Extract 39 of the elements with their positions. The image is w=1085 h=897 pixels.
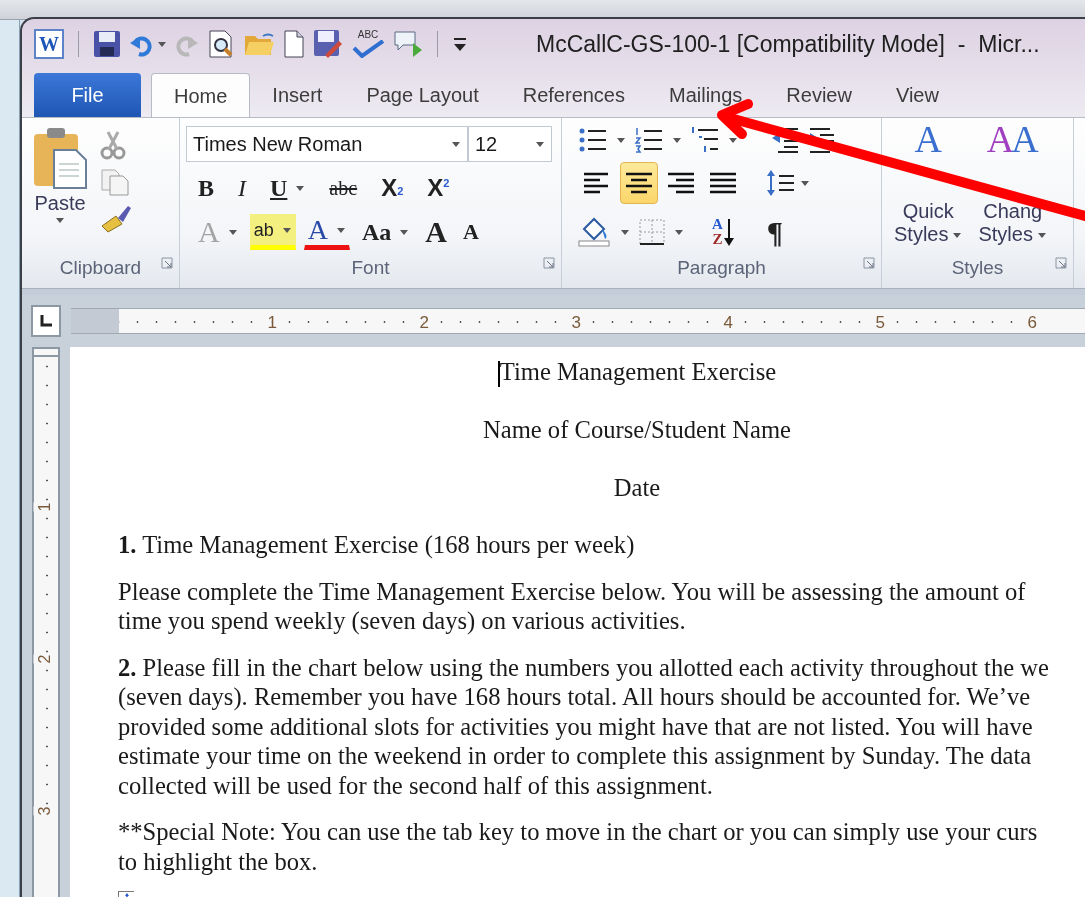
file-tab[interactable]: File bbox=[34, 73, 141, 117]
document-heading: Time Management Exercise bbox=[118, 357, 1085, 388]
ribbon-tab[interactable]: Mailings bbox=[647, 73, 765, 117]
spelling-button[interactable]: ABC bbox=[351, 30, 385, 58]
show-formatting-button[interactable]: ¶ bbox=[762, 214, 788, 250]
change-styles-button[interactable]: AA Chang Styles bbox=[974, 120, 1051, 252]
bold-button[interactable]: B bbox=[194, 170, 218, 206]
highlight-button[interactable]: ab bbox=[249, 214, 296, 250]
group-label: Clipboard bbox=[22, 252, 179, 288]
document-heading: Date bbox=[612, 472, 662, 503]
ribbon-tab[interactable]: Review bbox=[764, 73, 874, 117]
group-label: Font bbox=[180, 252, 561, 288]
superscript-button[interactable]: X$^{2}$ bbox=[423, 170, 454, 206]
ribbon-tab[interactable]: View bbox=[873, 73, 961, 117]
underline-button[interactable]: U bbox=[266, 170, 310, 206]
font-size-field[interactable]: 12 bbox=[468, 126, 552, 162]
group-label: Paragraph bbox=[562, 252, 881, 288]
document-paragraph: 1. Time Management Exercise (168 hours per week) bbox=[118, 530, 636, 560]
italic-button[interactable]: I bbox=[234, 170, 250, 206]
app-logo[interactable]: W bbox=[34, 29, 64, 59]
font-name-field[interactable]: Times New Roman bbox=[186, 126, 468, 162]
document-heading: Name of Course/Student Name bbox=[481, 415, 792, 445]
document-paragraph: 2. Please fill in the chart below using the numbers you allotted each activity throughout the we (seven days). Remember you have 168 hours total. All hours should be accounted for. We’ve provided some additional slots for activities you might have that are not listed. You will have estimate your time on the weekend in order to complete this assignment by Sunday. The data collected will be used for the second half of this assignment. bbox=[118, 652, 1050, 801]
ribbon-tab[interactable]: Insert bbox=[250, 73, 345, 117]
change-case-button[interactable]: Aa bbox=[357, 214, 414, 250]
font-color-button[interactable]: A bbox=[303, 214, 350, 250]
sort-button[interactable]: A Z bbox=[708, 212, 739, 252]
ribbon-tab[interactable]: Page Layout bbox=[344, 73, 501, 117]
grow-font-button[interactable]: A bbox=[421, 214, 451, 250]
window-title: McCallC-GS-100-1 [Compatibility Mode] - Micr... bbox=[536, 29, 1040, 59]
paste-button[interactable]: Paste bbox=[28, 126, 92, 252]
strikethrough-button[interactable]: abc bbox=[325, 170, 362, 206]
document-paragraph: **Special Note: You can use the tab key to move in the chart or you can simply use your curs to highlight the box. bbox=[118, 817, 1039, 877]
quick-styles-button[interactable]: A Quick Styles bbox=[890, 120, 967, 252]
ribbon-tab[interactable]: References bbox=[500, 73, 647, 117]
group-label: Styles bbox=[882, 252, 1073, 288]
ribbon-tab[interactable]: Home bbox=[151, 73, 251, 117]
shrink-font-button[interactable]: A bbox=[458, 214, 483, 250]
document-paragraph: Please complete the Time Management Exercise below. You will be assessing the amount of time you spend weekly (seven days) on various activities. bbox=[118, 576, 1027, 636]
